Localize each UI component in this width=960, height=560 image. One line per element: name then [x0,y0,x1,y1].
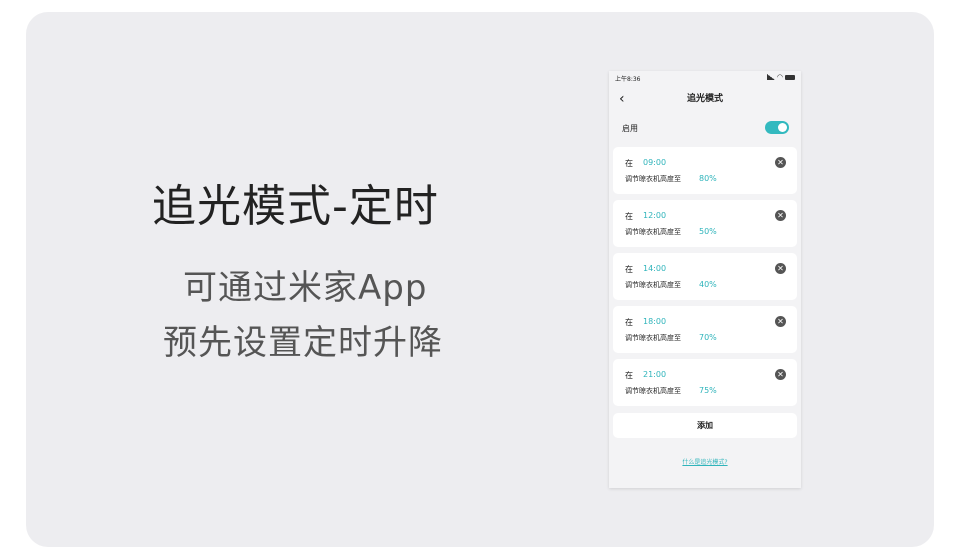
at-label: 在 [625,212,633,221]
wifi-icon: ◠ [776,73,783,81]
at-label: 在 [625,318,633,327]
hero-subtitle-line2: 预先设置定时升降 [163,323,443,363]
schedule-time: 09:00 [643,158,667,167]
schedule-percent: 40% [699,280,717,289]
page-title: 追光模式 [686,94,723,104]
schedule-description: 调节晾衣机高度至 [625,387,681,395]
schedule-time: 18:00 [643,317,667,326]
at-label: 在 [625,371,633,380]
hero-title: 追光模式-定时 [152,181,439,232]
schedule-time: 21:00 [643,370,667,379]
schedule-item[interactable]: 在 14:00 调节晾衣机高度至 40% ✕ [613,253,797,300]
add-schedule-button[interactable]: 添加 [613,413,797,438]
enable-toggle[interactable] [765,121,789,134]
battery-icon [785,74,795,80]
schedule-item[interactable]: 在 12:00 调节晾衣机高度至 50% ✕ [613,200,797,247]
schedule-percent: 80% [699,174,717,183]
at-label: 在 [625,159,633,168]
schedule-percent: 75% [699,386,717,395]
schedule-percent: 70% [699,333,717,342]
schedule-list: 在 09:00 调节晾衣机高度至 80% ✕ 在 12:00 调节晾衣机高度至 … [613,147,797,412]
remove-close-icon[interactable]: ✕ [775,157,786,168]
status-time: 上午8:36 [615,76,641,83]
schedule-description: 调节晾衣机高度至 [625,334,681,342]
toggle-knob [778,123,787,132]
schedule-item[interactable]: 在 09:00 调节晾衣机高度至 80% ✕ [613,147,797,194]
schedule-item[interactable]: 在 18:00 调节晾衣机高度至 70% ✕ [613,306,797,353]
schedule-description: 调节晾衣机高度至 [625,281,681,289]
at-label: 在 [625,265,633,274]
signal-icon [766,74,775,80]
schedule-percent: 50% [699,227,717,236]
enable-label: 启用 [622,124,638,133]
remove-close-icon[interactable]: ✕ [775,263,786,274]
schedule-description: 调节晾衣机高度至 [625,228,681,236]
remove-close-icon[interactable]: ✕ [775,316,786,327]
schedule-time: 12:00 [643,211,667,220]
remove-close-icon[interactable]: ✕ [775,369,786,380]
status-bar: 上午8:36 ◠ [615,74,795,84]
schedule-description: 调节晾衣机高度至 [625,175,681,183]
remove-close-icon[interactable]: ✕ [775,210,786,221]
hero-subtitle-line1: 可通过米家App [183,268,428,308]
nav-bar: ‹ 追光模式 [609,89,801,109]
status-icons: ◠ [766,73,795,81]
help-link[interactable]: 什么是追光模式? [609,457,801,466]
schedule-time: 14:00 [643,264,667,273]
schedule-item[interactable]: 在 21:00 调节晾衣机高度至 75% ✕ [613,359,797,406]
